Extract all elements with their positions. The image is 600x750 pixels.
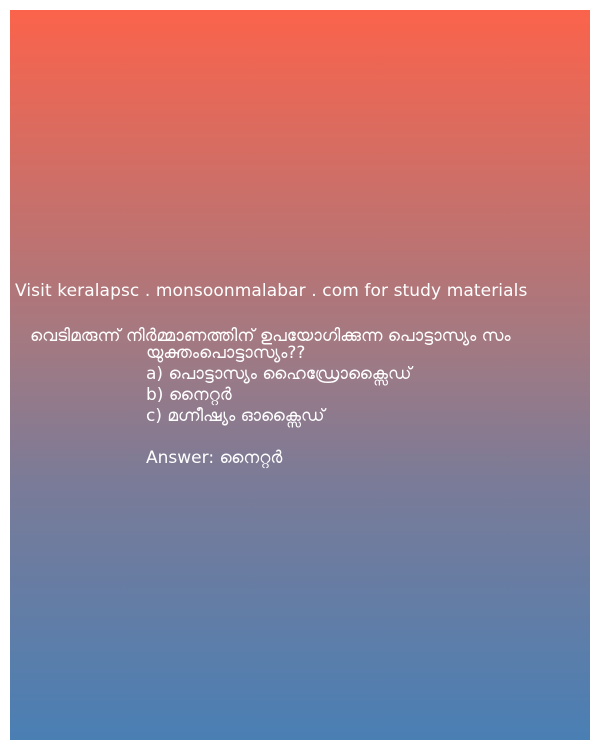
option-b: b) നൈറ്റർ [146, 385, 232, 405]
option-a: a) പൊട്ടാസ്യം ഹൈഡ്രോക്സൈഡ് [146, 364, 412, 384]
promo-text: Visit keralapsc . monsoonmalabar . com f… [15, 281, 528, 301]
question-body: യുക്തംപൊട്ടാസ്യം?? a) പൊട്ടാസ്യം ഹൈഡ്രോക… [146, 343, 411, 469]
quiz-card: Visit keralapsc . monsoonmalabar . com f… [10, 10, 590, 740]
question-text-line-2: യുക്തംപൊട്ടാസ്യം?? [146, 343, 306, 363]
option-c: c) മഗ്നീഷ്യം ഓക്സൈഡ് [146, 406, 325, 426]
answer-text: Answer: നൈറ്റർ [146, 448, 283, 468]
